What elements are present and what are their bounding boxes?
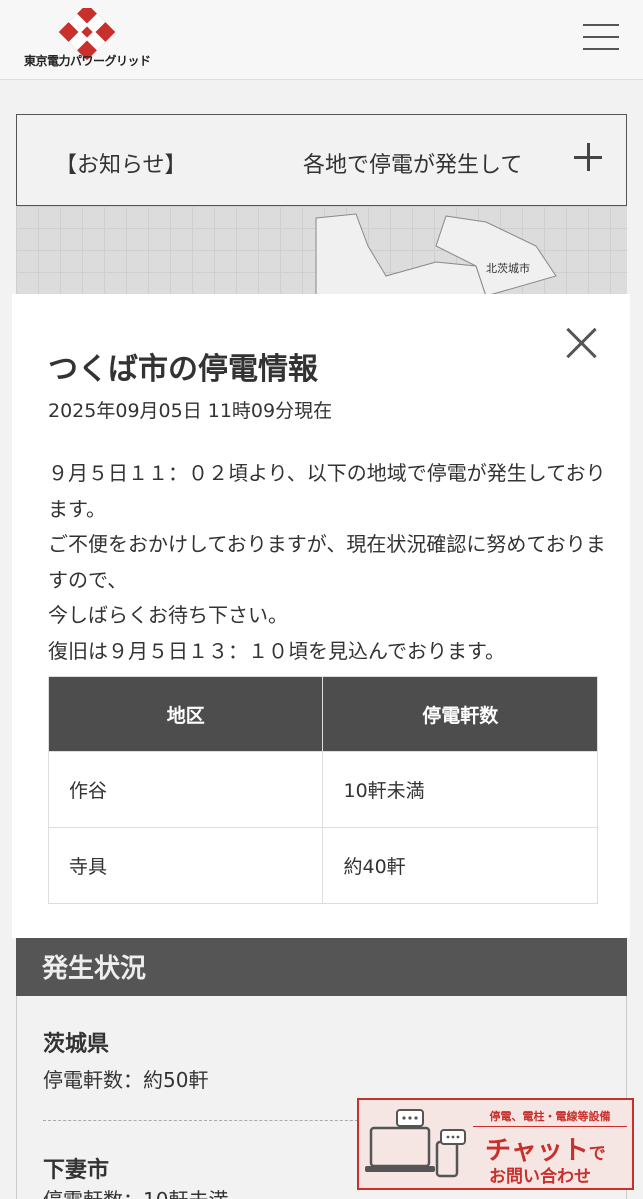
modal-message: ９月５日１１：０２頃より、以下の地域で停電が発生しております。 ご不便をおかけし… bbox=[48, 456, 608, 669]
close-icon[interactable] bbox=[566, 326, 598, 358]
message-line: ご不便をおかけしておりますが、現在状況確認に努めておりますので、 bbox=[48, 532, 606, 592]
message-line: 今しばらくお待ち下さい。 bbox=[48, 603, 288, 627]
prefecture-outage-count: 停電軒数：約50軒 bbox=[43, 1068, 209, 1092]
laptop-phone-chat-icon bbox=[365, 1109, 466, 1178]
plus-icon[interactable] bbox=[572, 141, 604, 173]
divider bbox=[43, 1120, 363, 1121]
outage-map[interactable]: 北茨城市 bbox=[16, 206, 627, 296]
table-cell-area: 作谷 bbox=[47, 751, 324, 828]
outage-info-modal: つくば市の停電情報 2025年09月05日 11時09分現在 ９月５日１１：０２… bbox=[12, 294, 630, 938]
map-regions bbox=[315, 213, 557, 296]
chat-inquiry-banner[interactable]: 停電、電柱・電線等設備 チャットで お問い合わせ bbox=[357, 1098, 634, 1190]
table-row: 作谷 10軒未満 bbox=[47, 751, 598, 828]
column-header-count: 停電軒数 bbox=[322, 676, 598, 752]
chat-banner-caption: 停電、電柱・電線等設備 bbox=[473, 1108, 627, 1127]
chat-banner-subtitle: お問い合わせ bbox=[489, 1167, 591, 1187]
map-city-label: 北茨城市 bbox=[486, 262, 530, 275]
column-header-area: 地区 bbox=[47, 676, 324, 752]
table-cell-area: 寺具 bbox=[47, 827, 324, 904]
logo-text: 東京電力パワーグリッド bbox=[24, 54, 151, 68]
modal-timestamp: 2025年09月05日 11時09分現在 bbox=[48, 400, 333, 422]
status-heading: 発生状況 bbox=[42, 954, 147, 984]
table-cell-count: 約40軒 bbox=[322, 827, 598, 904]
table-row: 寺具 約40軒 bbox=[47, 827, 598, 904]
city-outage-count: 停電軒数：10軒未満 bbox=[43, 1184, 228, 1199]
city-name[interactable]: 下妻市 bbox=[43, 1152, 109, 1184]
outage-table: 地区 停電軒数 作谷 10軒未満 寺具 約40軒 bbox=[47, 676, 598, 904]
message-line: 復旧は９月５日１３：１０頃を見込んでおります。 bbox=[48, 638, 505, 663]
notice-text: 各地で停電が発生して bbox=[303, 153, 523, 178]
modal-title: つくば市の停電情報 bbox=[48, 352, 318, 387]
message-line: ９月５日１１：０２頃より、以下の地域で停電が発生しております。 bbox=[48, 461, 606, 521]
notice-accordion[interactable]: 【お知らせ】 各地で停電が発生して bbox=[16, 114, 627, 206]
status-heading-bar: 発生状況 bbox=[16, 938, 627, 996]
chat-banner-title-suffix: で bbox=[588, 1144, 606, 1164]
site-header: 東京電力パワーグリッド bbox=[0, 0, 643, 80]
hamburger-menu-icon[interactable] bbox=[583, 24, 619, 50]
table-cell-count: 10軒未満 bbox=[322, 751, 598, 828]
prefecture-name[interactable]: 茨城県 bbox=[43, 1026, 109, 1058]
notice-label: 【お知らせ】 bbox=[55, 153, 187, 178]
